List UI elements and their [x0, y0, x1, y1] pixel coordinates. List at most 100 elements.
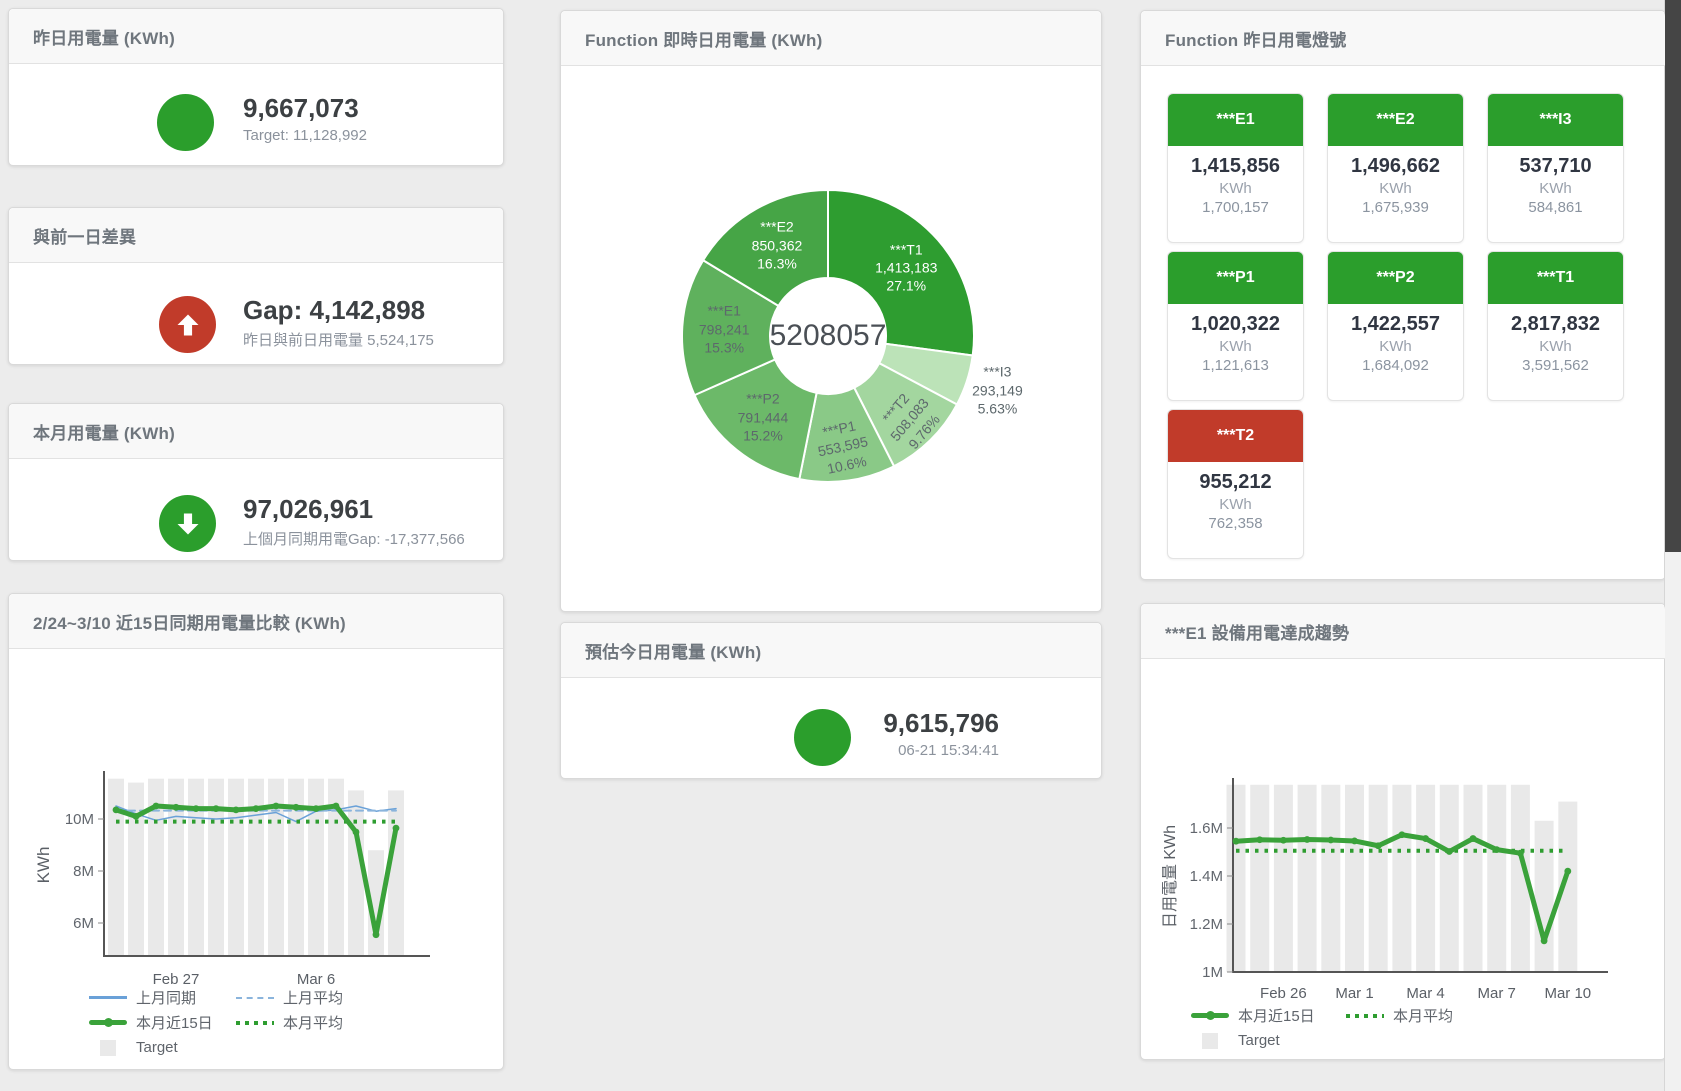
legend-item[interactable]: 上月平均 — [236, 987, 383, 1008]
target-bar — [1464, 785, 1483, 972]
light-tile-label: ***P1 — [1168, 252, 1303, 304]
legend-row: 上月同期上月平均 — [89, 985, 383, 1010]
arrow-down-icon — [159, 495, 216, 552]
light-tile-value: 1,422,557 — [1328, 313, 1463, 336]
light-tile-value: 1,020,322 — [1168, 313, 1303, 336]
series-point — [1399, 831, 1406, 838]
legend-item[interactable]: 本月近15日 — [1191, 1005, 1346, 1026]
scrollbar-track[interactable] — [1664, 0, 1681, 1091]
series-point — [1280, 837, 1287, 844]
light-tile-unit: KWh — [1488, 180, 1623, 197]
y-axis-label: KWh — [34, 847, 53, 884]
series-point — [1304, 836, 1311, 843]
donut-slice-label: ***I3293,1495.63% — [972, 363, 1023, 418]
dashboard: 昨日用電量 (KWh) 9,667,073 Target: 11,128,992… — [0, 0, 1681, 1091]
legend-item[interactable]: Target — [1191, 1032, 1346, 1049]
light-tile-value: 1,496,662 — [1328, 155, 1463, 178]
donut-slice-label: ***P2791,44415.2% — [738, 389, 789, 444]
donut-center-total: 5208057 — [770, 319, 887, 353]
legend-marker-icon — [236, 997, 274, 999]
legend-marker-icon — [89, 1020, 127, 1025]
series-point — [193, 805, 200, 812]
panel-header: 預估今日用電量 (KWh) — [561, 623, 1101, 678]
light-tile[interactable]: ***I3537,710KWh584,861 — [1487, 93, 1624, 243]
panel-estimate-today: 預估今日用電量 (KWh) 9,615,796 06-21 15:34:41 — [560, 622, 1102, 779]
panel-title: 預估今日用電量 (KWh) — [585, 638, 761, 663]
donut-slice-label: ***E1798,24115.3% — [699, 302, 750, 357]
y-tick-label: 10M — [65, 811, 94, 828]
legend-item[interactable]: Target — [89, 1039, 236, 1056]
realtime-donut-chart — [561, 11, 1099, 609]
series-point — [1470, 835, 1477, 842]
stat-subtext: 昨日與前日用電量 5,524,175 — [243, 329, 434, 350]
panel-yesterday-lights: Function 昨日用電燈號 ***E11,415,856KWh1,700,1… — [1140, 10, 1666, 580]
y-tick-label: 1M — [1202, 964, 1223, 981]
light-tile-value: 1,415,856 — [1168, 155, 1303, 178]
stat-block: Gap: 4,142,898 昨日與前日用電量 5,524,175 — [243, 295, 434, 350]
legend-label: 本月平均 — [1393, 1005, 1453, 1026]
legend-item[interactable]: 本月近15日 — [89, 1012, 236, 1033]
panel-title: 2/24~3/10 近15日同期用電量比較 (KWh) — [33, 609, 346, 634]
y-tick-label: 6M — [73, 915, 94, 932]
light-tile[interactable]: ***E21,496,662KWh1,675,939 — [1327, 93, 1464, 243]
legend-row: 本月近15日 本月平均 — [1191, 1003, 1501, 1028]
chart-legend: 本月近15日 本月平均 Target — [1191, 1003, 1501, 1053]
legend-row: 本月近15日 本月平均 — [89, 1010, 383, 1035]
panel-header: ***E1 設備用電達成趨勢 — [1141, 604, 1665, 659]
panel-realtime-donut: Function 即時日用電量 (KWh) ***T11,413,18327.1… — [560, 10, 1102, 612]
panel-title: 與前一日差異 — [33, 223, 136, 248]
series-point — [113, 807, 120, 814]
series-point — [1446, 848, 1453, 855]
light-tile-target: 1,675,939 — [1328, 199, 1463, 216]
light-tile-target: 1,121,613 — [1168, 357, 1303, 374]
panel-compare-chart: 2/24~3/10 近15日同期用電量比較 (KWh) 6M8M10MKWhFe… — [8, 593, 504, 1070]
slice-name: ***E2 — [752, 218, 803, 236]
panel-yesterday-usage: 昨日用電量 (KWh) 9,667,073 Target: 11,128,992 — [8, 8, 504, 166]
light-tile-label: ***E1 — [1168, 94, 1303, 146]
light-tile[interactable]: ***T2955,212KWh762,358 — [1167, 409, 1304, 559]
slice-percent: 16.3% — [752, 255, 803, 273]
target-bar — [388, 790, 404, 956]
slice-value: 1,413,183 — [875, 258, 937, 276]
panel-header: Function 昨日用電燈號 — [1141, 11, 1665, 66]
legend-label: 本月平均 — [283, 1012, 343, 1033]
x-tick-label: Feb 26 — [1260, 985, 1307, 1002]
legend-marker-icon — [89, 1040, 127, 1056]
x-tick-label: Mar 7 — [1478, 985, 1516, 1002]
light-tile[interactable]: ***P21,422,557KWh1,684,092 — [1327, 251, 1464, 401]
chart-legend: 上月同期上月平均本月近15日 本月平均 Target — [89, 985, 383, 1060]
x-tick-label: Mar 10 — [1544, 985, 1591, 1002]
series-point — [1564, 868, 1571, 875]
series-point — [153, 803, 160, 810]
x-tick-label: Mar 1 — [1335, 985, 1373, 1002]
panel-month-usage: 本月用電量 (KWh) 97,026,961 上個月同期用電Gap: -17,3… — [8, 403, 504, 561]
panel-title: Function 昨日用電燈號 — [1165, 26, 1346, 51]
light-tile[interactable]: ***T12,817,832KWh3,591,562 — [1487, 251, 1624, 401]
scrollbar-thumb[interactable] — [1665, 0, 1681, 552]
series-point — [373, 931, 380, 938]
slice-name: ***T1 — [875, 240, 937, 258]
legend-label: 本月近15日 — [1238, 1005, 1315, 1026]
light-tile[interactable]: ***P11,020,322KWh1,121,613 — [1167, 251, 1304, 401]
light-tile[interactable]: ***E11,415,856KWh1,700,157 — [1167, 93, 1304, 243]
x-tick-label: Mar 4 — [1406, 985, 1444, 1002]
series-point — [1351, 838, 1358, 845]
y-tick-label: 1.2M — [1190, 916, 1223, 933]
status-circle-icon — [794, 709, 851, 766]
light-tile-unit: KWh — [1168, 496, 1303, 513]
stat-subtext: Target: 11,128,992 — [243, 127, 367, 144]
slice-percent: 15.3% — [699, 339, 750, 357]
legend-item[interactable]: 本月平均 — [236, 1012, 383, 1033]
target-bar — [128, 783, 144, 956]
slice-name: ***I3 — [972, 363, 1023, 381]
light-tile-label: ***P2 — [1328, 252, 1463, 304]
stat-block: 9,667,073 Target: 11,128,992 — [243, 93, 367, 144]
panel-header: 2/24~3/10 近15日同期用電量比較 (KWh) — [9, 594, 503, 649]
series-point — [213, 805, 220, 812]
slice-value: 791,444 — [738, 408, 789, 426]
legend-item[interactable]: 上月同期 — [89, 987, 236, 1008]
donut-slice-label: ***T11,413,18327.1% — [875, 240, 937, 295]
legend-item[interactable]: 本月平均 — [1346, 1005, 1501, 1026]
panel-title: 昨日用電量 (KWh) — [33, 24, 175, 49]
stat-subtext: 上個月同期用電Gap: -17,377,566 — [243, 528, 465, 549]
